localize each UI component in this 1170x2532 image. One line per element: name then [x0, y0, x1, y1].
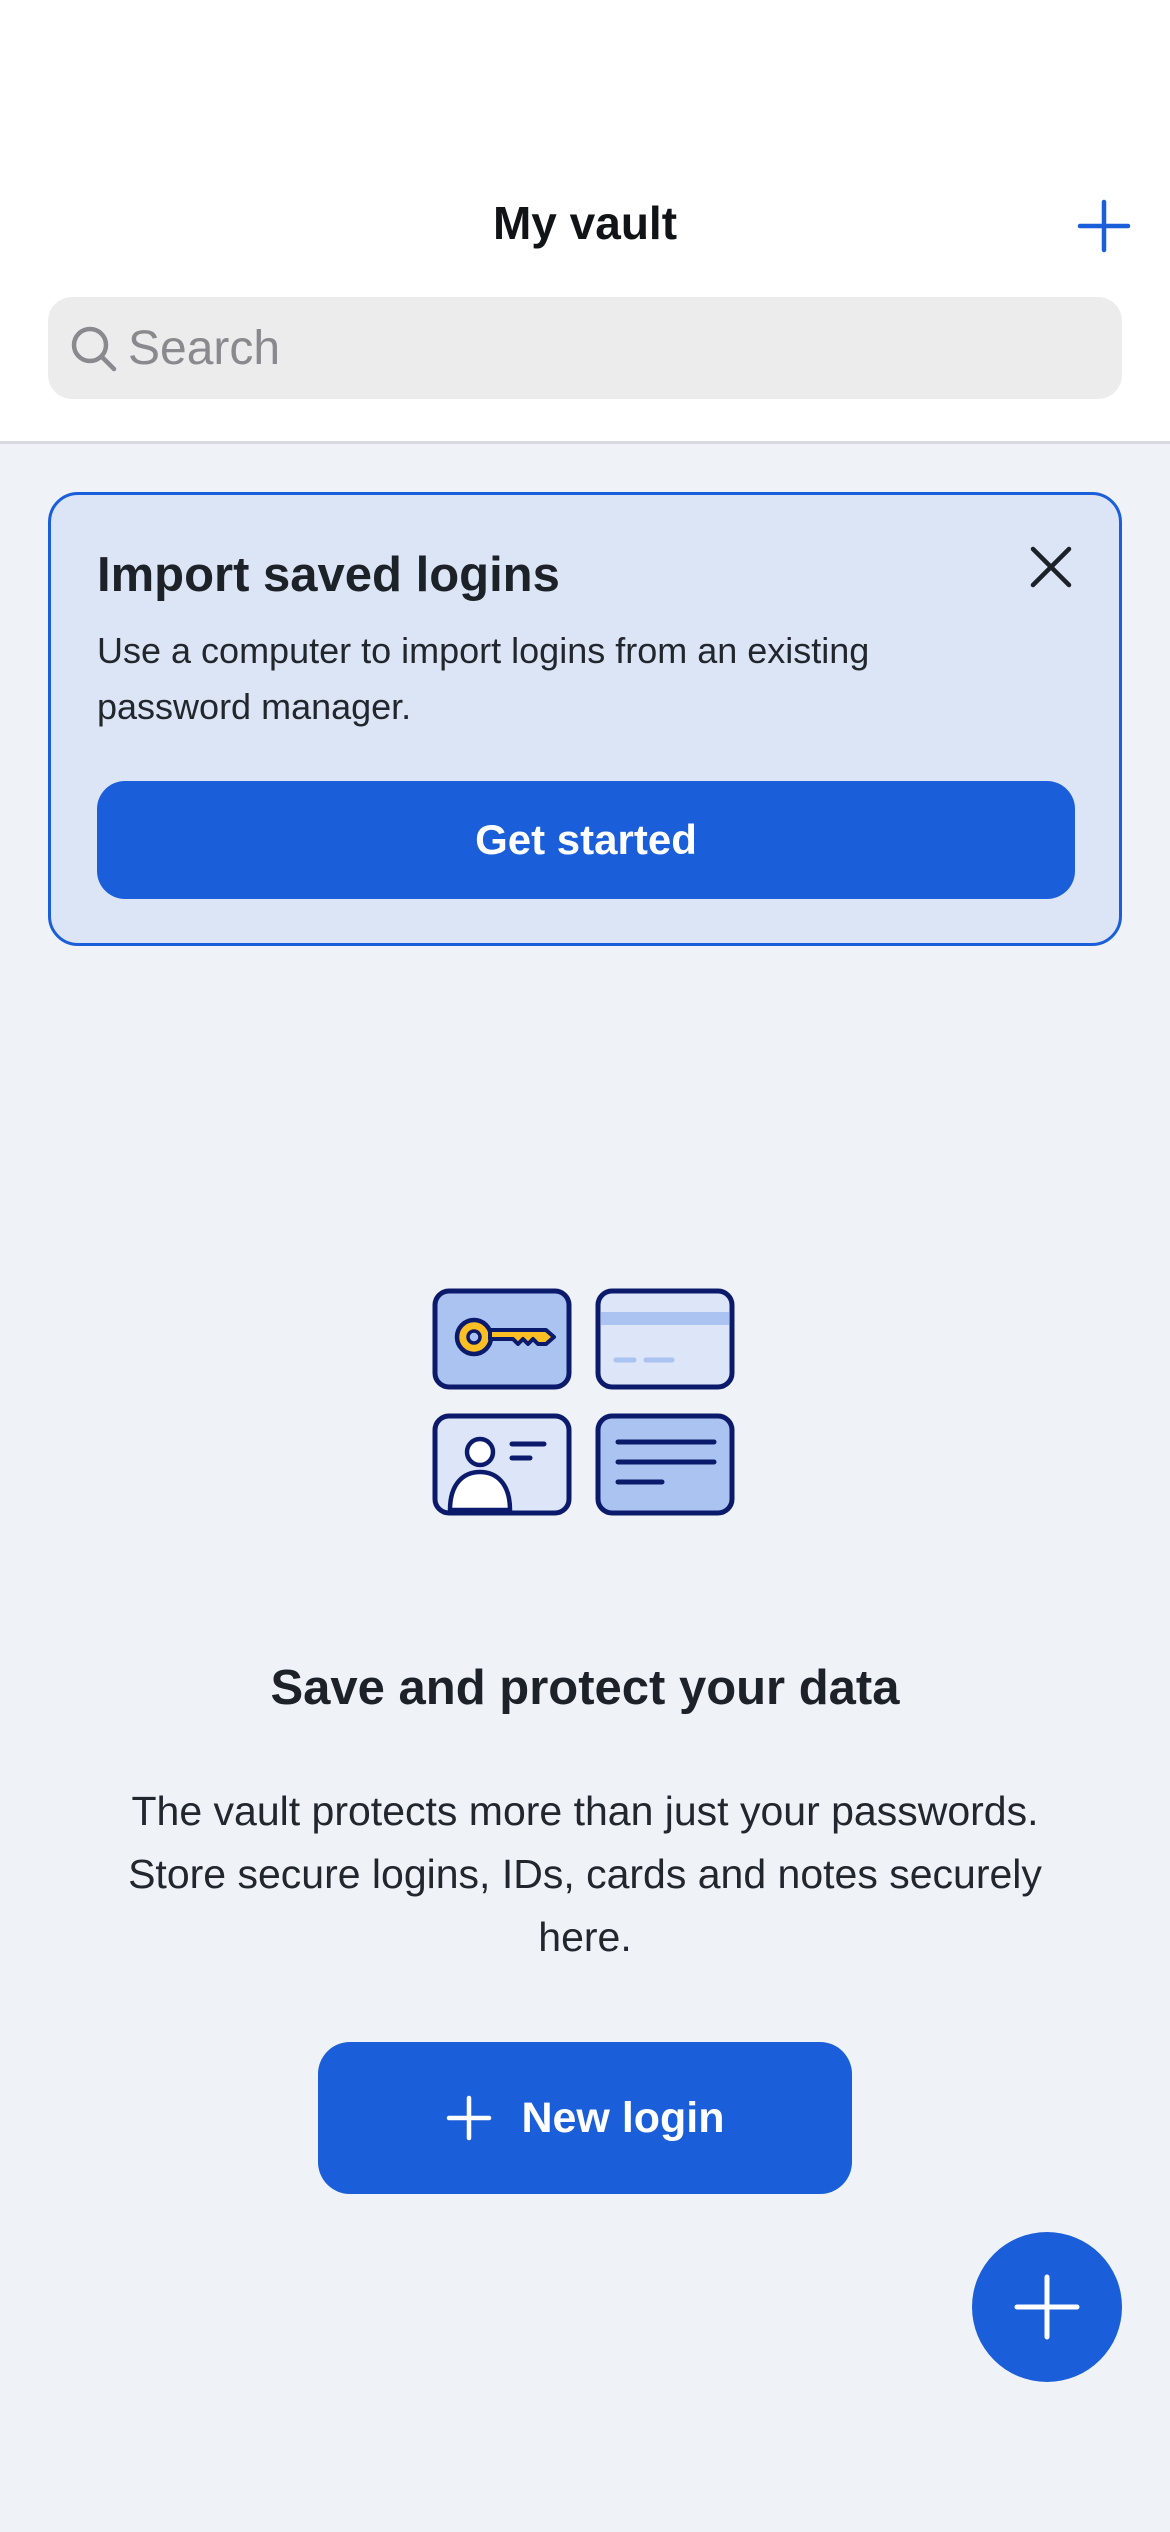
plus-icon: [1077, 199, 1131, 253]
banner-title: Import saved logins: [97, 548, 560, 602]
note-icon: [595, 1413, 735, 1516]
new-login-label: New login: [521, 2093, 725, 2142]
card-icon: [595, 1288, 735, 1390]
plus-icon: [1014, 2274, 1080, 2340]
new-login-button[interactable]: New login: [318, 2042, 852, 2194]
add-item-button[interactable]: [1074, 196, 1134, 256]
search-bar[interactable]: [48, 297, 1122, 399]
add-item-fab[interactable]: [972, 2232, 1122, 2382]
search-input[interactable]: [128, 297, 1088, 399]
key-card-icon: [432, 1288, 572, 1390]
vault-screen: My vault Import saved logins Use a compu…: [0, 0, 1170, 2532]
header: My vault: [0, 0, 1170, 444]
vault-items-illustration: [432, 1288, 735, 1516]
page-title: My vault: [492, 197, 678, 249]
banner-description: Use a computer to import logins from an …: [97, 630, 870, 727]
empty-state-title: Save and protect your data: [270, 1661, 900, 1715]
banner-close-button[interactable]: [1025, 541, 1077, 593]
search-icon: [71, 326, 117, 372]
close-icon: [1030, 546, 1072, 588]
get-started-button[interactable]: Get started: [97, 781, 1075, 899]
plus-icon: [447, 2095, 492, 2141]
import-logins-banner: Import saved logins Use a computer to im…: [48, 492, 1122, 946]
id-card-icon: [432, 1413, 572, 1516]
empty-state-description: The vault protects more than just your p…: [128, 1788, 1042, 1960]
